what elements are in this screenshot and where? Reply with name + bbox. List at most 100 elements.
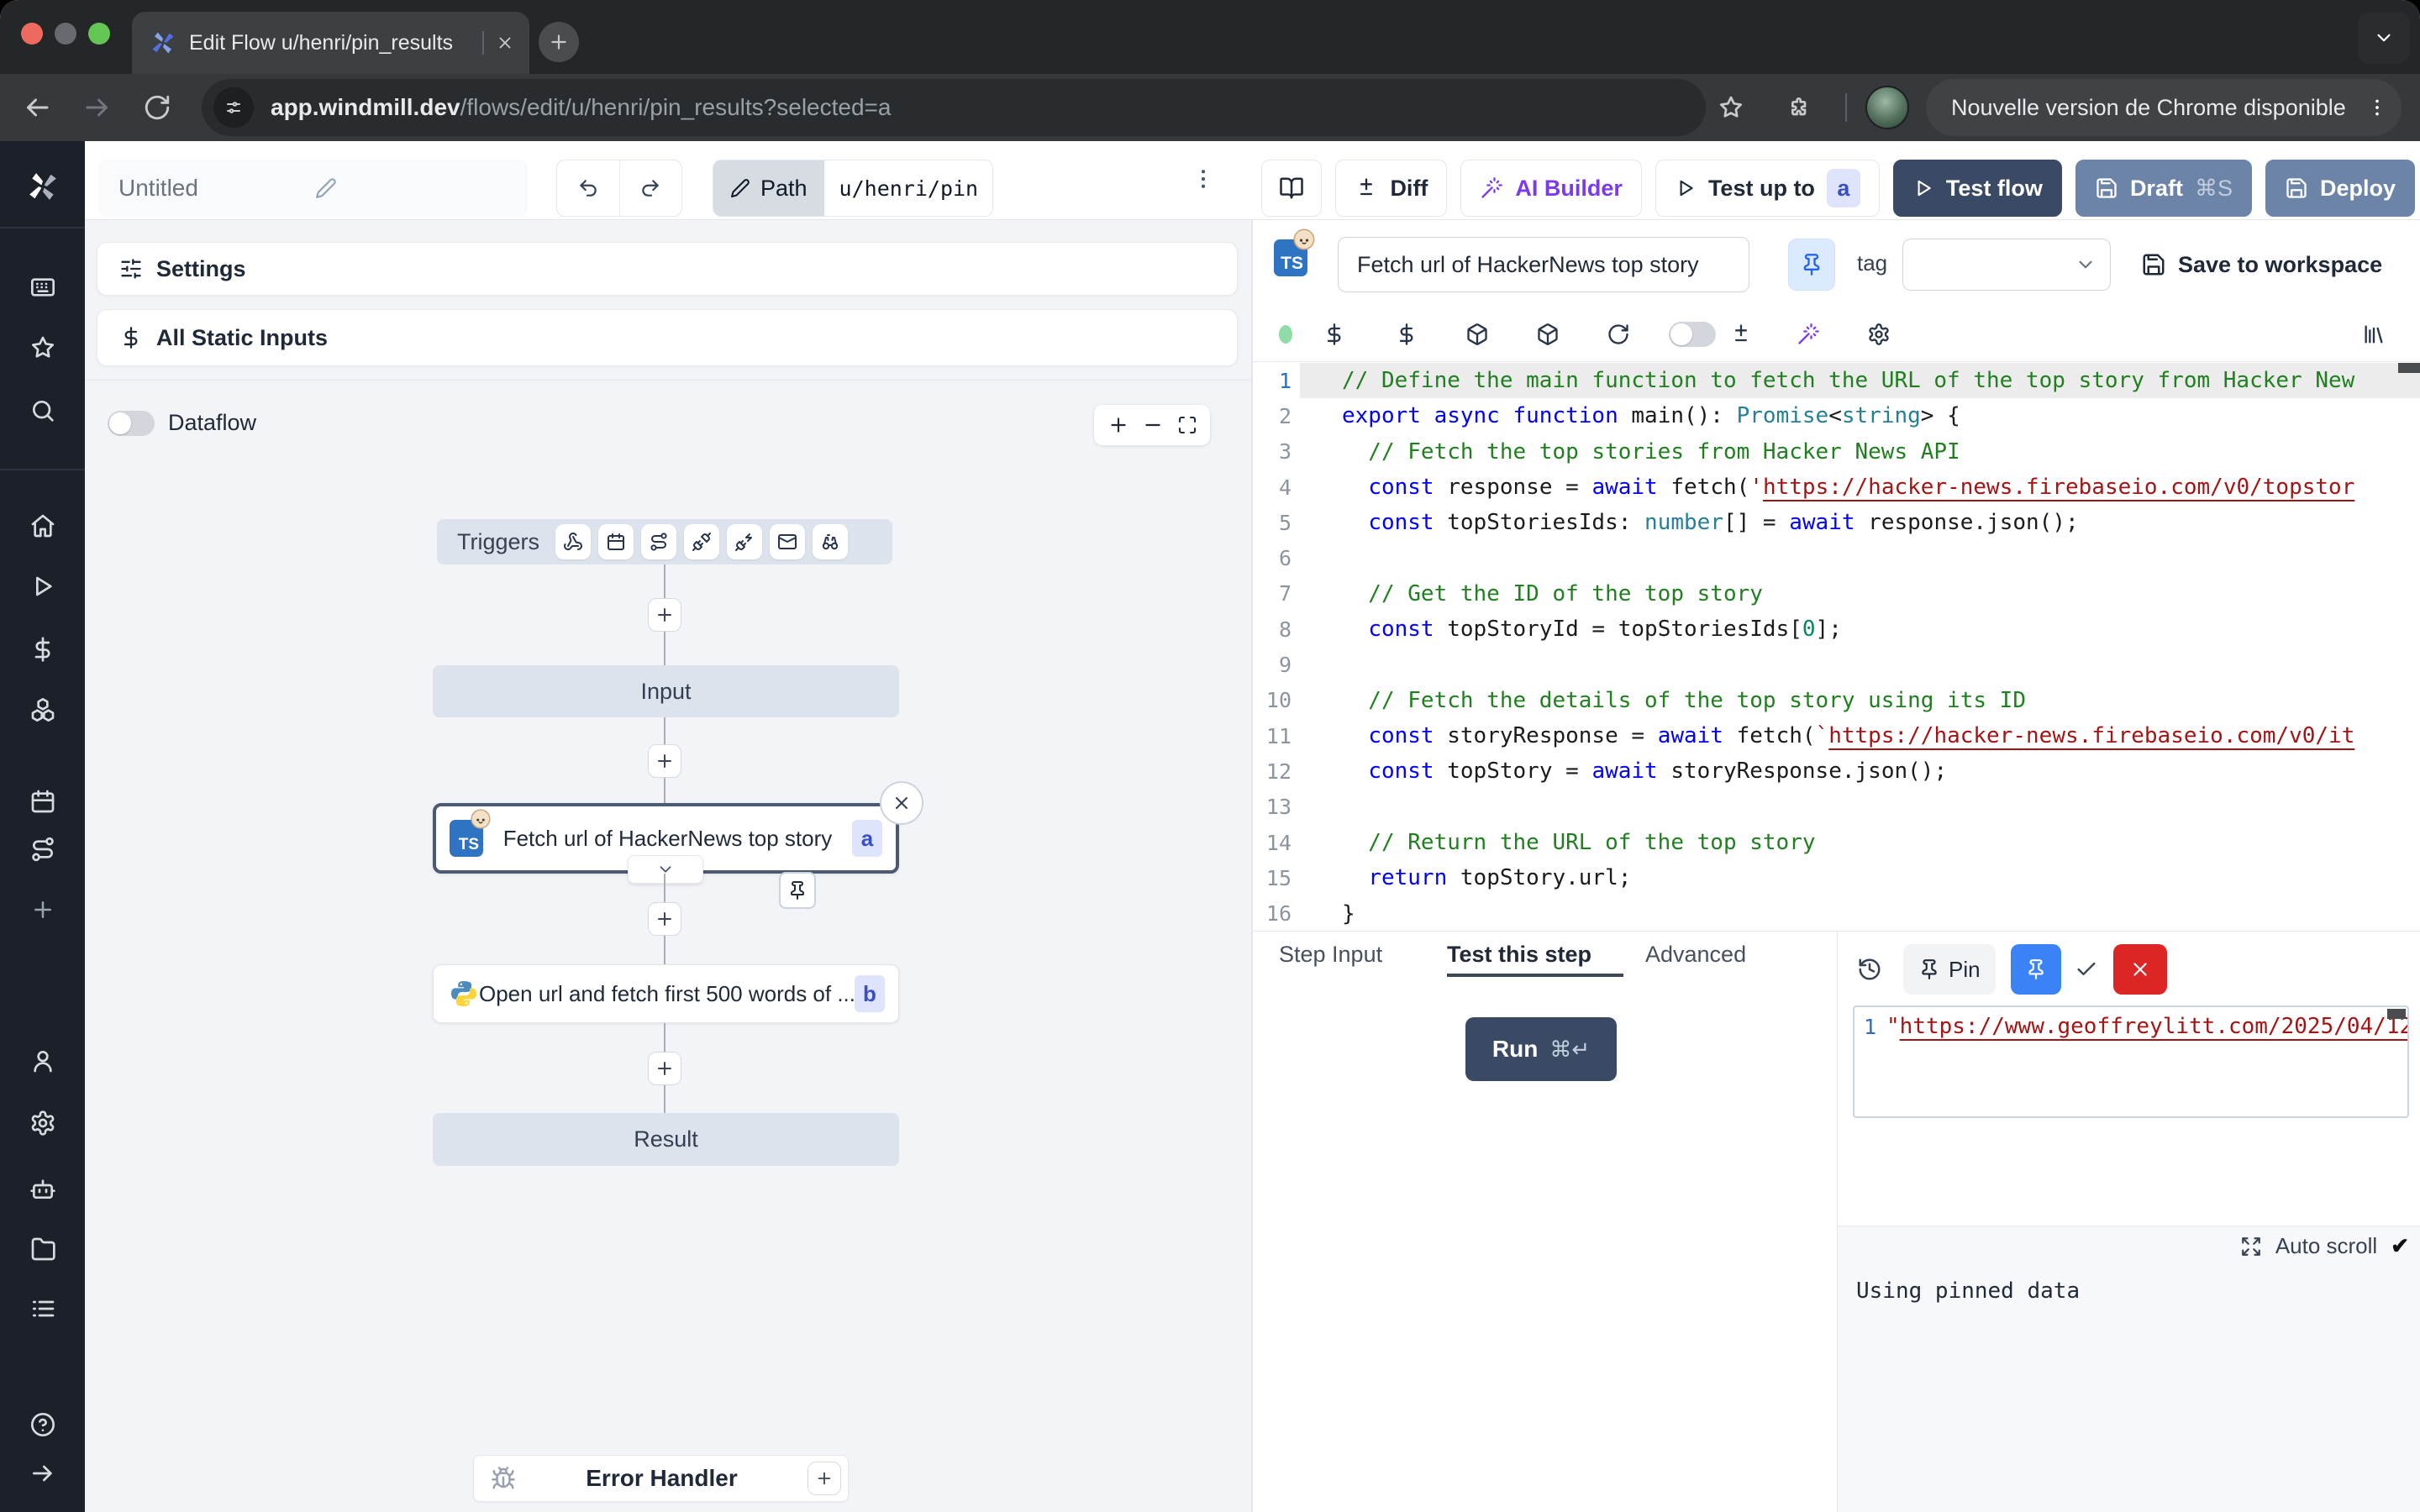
library-icon[interactable]	[2355, 316, 2392, 353]
fit-view-button[interactable]	[1177, 415, 1197, 435]
tag-select[interactable]	[1902, 239, 2111, 291]
zoom-in-button[interactable]	[1107, 414, 1129, 436]
code-editor[interactable]: 1// Define the main function to fetch th…	[1253, 363, 2420, 931]
sidebar-expand-arrow-icon[interactable]	[0, 1453, 85, 1494]
more-options-kebab-icon[interactable]	[1191, 166, 1216, 192]
code-line[interactable]: 10 // Fetch the details of the top story…	[1253, 683, 2420, 718]
package-icon[interactable]	[1459, 316, 1496, 353]
add-step-button[interactable]	[648, 1052, 681, 1085]
scrollbar[interactable]	[2398, 363, 2420, 373]
http-route-trigger-icon[interactable]	[641, 524, 676, 559]
websocket-trigger-icon[interactable]	[684, 524, 719, 559]
history-icon[interactable]	[1849, 944, 1890, 995]
sidebar-item-add[interactable]	[0, 890, 85, 930]
extensions-icon[interactable]	[1785, 94, 1812, 121]
code-line[interactable]: 16}	[1253, 895, 2420, 931]
result-node[interactable]: Result	[433, 1113, 899, 1166]
all-static-inputs-row[interactable]: All Static Inputs	[97, 309, 1238, 366]
step-title-input[interactable]	[1338, 237, 1749, 292]
sidebar-item-folders[interactable]	[0, 1229, 85, 1269]
reload-icon[interactable]	[1600, 316, 1637, 353]
path-control[interactable]: Path u/henri/pin	[713, 160, 993, 217]
run-button[interactable]: Run ⌘↵	[1465, 1017, 1617, 1081]
resources-icon[interactable]	[1388, 316, 1425, 353]
close-window-button[interactable]	[21, 23, 43, 45]
back-button[interactable]	[22, 92, 52, 123]
code-line[interactable]: 14 // Return the URL of the top story	[1253, 825, 2420, 860]
deploy-button[interactable]: Deploy	[2265, 160, 2415, 217]
editor-toggle[interactable]	[1669, 322, 1716, 347]
email-trigger-icon[interactable]	[770, 524, 805, 559]
test-up-to-step-badge[interactable]: a	[1827, 169, 1860, 207]
code-line[interactable]: 6	[1253, 540, 2420, 575]
schedule-trigger-icon[interactable]	[598, 524, 634, 559]
auto-scroll-label[interactable]: Auto scroll	[2275, 1233, 2377, 1259]
code-line[interactable]: 13	[1253, 790, 2420, 825]
sidebar-item-runs[interactable]	[0, 566, 85, 606]
test-up-to-button[interactable]: Test up to a	[1655, 160, 1880, 217]
pinned-data-editor[interactable]: 1"https://www.geoffreylitt.com/2025/04/1…	[1853, 1005, 2409, 1118]
ai-builder-button[interactable]: AI Builder	[1460, 160, 1642, 217]
code-line[interactable]: 4 const response = await fetch('https://…	[1253, 470, 2420, 505]
draft-button[interactable]: Draft ⌘S	[2075, 160, 2252, 217]
code-line[interactable]: 11 const storyResponse = await fetch(`ht…	[1253, 718, 2420, 753]
pin-button[interactable]: Pin	[1903, 944, 1996, 995]
sidebar-item-users[interactable]	[0, 1041, 85, 1081]
new-tab-button[interactable]	[539, 22, 579, 62]
tab-search-chevron-icon[interactable]	[2358, 12, 2410, 64]
bookmark-star-icon[interactable]	[1718, 94, 1744, 121]
edit-name-pencil-icon[interactable]	[315, 177, 512, 199]
reload-button[interactable]	[143, 93, 171, 122]
code-line[interactable]: 12 const topStory = await storyResponse.…	[1253, 753, 2420, 789]
sidebar-item-home[interactable]	[0, 506, 85, 546]
code-line[interactable]: 15 return topStory.url;	[1253, 860, 2420, 895]
variables-icon[interactable]	[1316, 316, 1353, 353]
code-line[interactable]: 7 // Get the ID of the top story	[1253, 576, 2420, 612]
add-step-button[interactable]	[648, 902, 681, 936]
tab-close-icon[interactable]	[496, 34, 514, 52]
code-line[interactable]: 3 // Fetch the top stories from Hacker N…	[1253, 434, 2420, 470]
sidebar-item-schedules[interactable]	[0, 781, 85, 822]
flow-node-b[interactable]: Open url and fetch first 500 words of ..…	[433, 964, 899, 1023]
sidebar-item-routes[interactable]	[0, 829, 85, 869]
address-bar[interactable]: app.windmill.dev/flows/edit/u/henri/pin_…	[202, 79, 1706, 136]
save-to-workspace-button[interactable]: Save to workspace	[2141, 239, 2382, 291]
zoom-out-button[interactable]	[1142, 414, 1164, 436]
pinned-indicator-icon[interactable]	[779, 872, 816, 909]
tab-step-input[interactable]: Step Input	[1279, 942, 1382, 968]
kafka-trigger-icon[interactable]	[727, 524, 762, 559]
sidebar-item-search[interactable]	[0, 391, 85, 431]
code-line[interactable]: 5 const topStoriesIds: number[] = await …	[1253, 505, 2420, 540]
editor-settings-gear-icon[interactable]	[1860, 316, 1897, 353]
forward-button[interactable]	[82, 92, 113, 123]
sidebar-item-resources[interactable]	[0, 690, 85, 730]
delete-node-button[interactable]	[880, 781, 923, 825]
webhook-trigger-icon[interactable]	[555, 524, 591, 559]
dataflow-toggle[interactable]	[108, 411, 155, 436]
code-line[interactable]: 8 const topStoryId = topStoriesIds[0];	[1253, 612, 2420, 647]
accept-check-icon[interactable]	[2068, 944, 2105, 995]
sidebar-item-workers[interactable]	[0, 1168, 85, 1209]
scrollbar[interactable]	[2387, 1009, 2406, 1019]
minimize-window-button[interactable]	[55, 23, 76, 45]
flow-name-field[interactable]: Untitled	[98, 160, 528, 217]
auto-scroll-check-icon[interactable]: ✔	[2391, 1233, 2409, 1259]
profile-avatar[interactable]	[1865, 86, 1909, 129]
chrome-update-button[interactable]: Nouvelle version de Chrome disponible	[1926, 79, 2402, 136]
tab-advanced[interactable]: Advanced	[1645, 942, 1746, 968]
redo-button[interactable]	[620, 160, 682, 216]
clear-pin-button[interactable]	[2113, 944, 2167, 995]
browser-tab[interactable]: Edit Flow u/henri/pin_results	[132, 12, 529, 74]
site-settings-icon[interactable]	[213, 87, 254, 128]
sidebar-item-workspace[interactable]	[0, 267, 85, 307]
diff-button[interactable]: Diff	[1335, 160, 1447, 217]
diff-icon[interactable]	[1723, 316, 1760, 353]
triggers-node[interactable]: Triggers	[437, 519, 892, 564]
ai-wand-icon[interactable]	[1790, 316, 1827, 353]
sidebar-item-favorites[interactable]	[0, 328, 85, 368]
error-handler-node[interactable]: Error Handler	[473, 1455, 849, 1502]
polling-trigger-icon[interactable]	[813, 524, 848, 559]
chrome-menu-kebab-icon[interactable]	[2366, 97, 2388, 118]
add-step-button[interactable]	[648, 744, 681, 778]
maximize-window-button[interactable]	[88, 23, 110, 45]
